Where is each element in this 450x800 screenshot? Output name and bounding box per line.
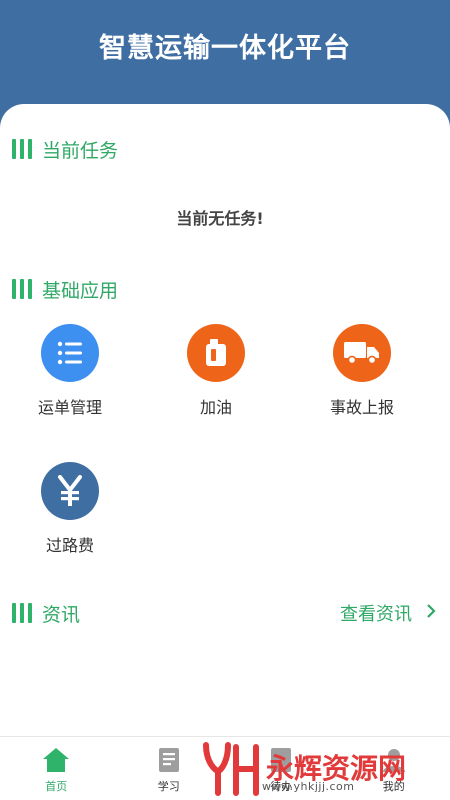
section-bars-icon [12, 139, 32, 159]
section-bars-icon [12, 279, 32, 299]
current-task-header: 当前任务 [12, 134, 118, 164]
fuel-can-icon [187, 324, 245, 382]
book-icon [154, 745, 184, 775]
app-waybill-management[interactable]: 运单管理 [20, 324, 120, 418]
truck-icon [333, 324, 391, 382]
yen-icon [41, 462, 99, 520]
list-icon [41, 324, 99, 382]
tab-home[interactable]: 首页 [0, 737, 113, 800]
view-news-label: 查看资讯 [340, 604, 412, 625]
basic-apps-title: 基础应用 [42, 279, 119, 302]
basic-apps-header: 基础应用 [12, 274, 118, 304]
page-title: 智慧运输一体化平台 [99, 33, 351, 64]
home-icon [41, 745, 71, 775]
app-label: 运单管理 [37, 398, 102, 417]
app-accident-report[interactable]: 事故上报 [312, 324, 412, 418]
tab-label: 首页 [45, 780, 68, 793]
watermark-url: www.yhkjjj.com [262, 780, 355, 793]
watermark: 永辉资源网 www.yhkjjj.com [200, 740, 430, 798]
watermark-logo-icon [203, 742, 259, 796]
current-task-title: 当前任务 [42, 139, 119, 162]
app-toll-fee[interactable]: 过路费 [20, 462, 120, 556]
app-label: 事故上报 [329, 398, 394, 417]
news-header: 资讯 [12, 598, 80, 628]
view-news-link[interactable]: 查看资讯 [340, 600, 436, 626]
main-card [0, 104, 450, 736]
empty-task-text: 当前无任务! [176, 209, 264, 228]
app-label: 加油 [199, 398, 232, 417]
app-refuel[interactable]: 加油 [166, 324, 266, 418]
news-title: 资讯 [42, 603, 81, 626]
chevron-right-icon [426, 603, 436, 624]
section-bars-icon [12, 603, 32, 623]
app-label: 过路费 [45, 536, 94, 555]
tab-label: 学习 [157, 780, 180, 793]
